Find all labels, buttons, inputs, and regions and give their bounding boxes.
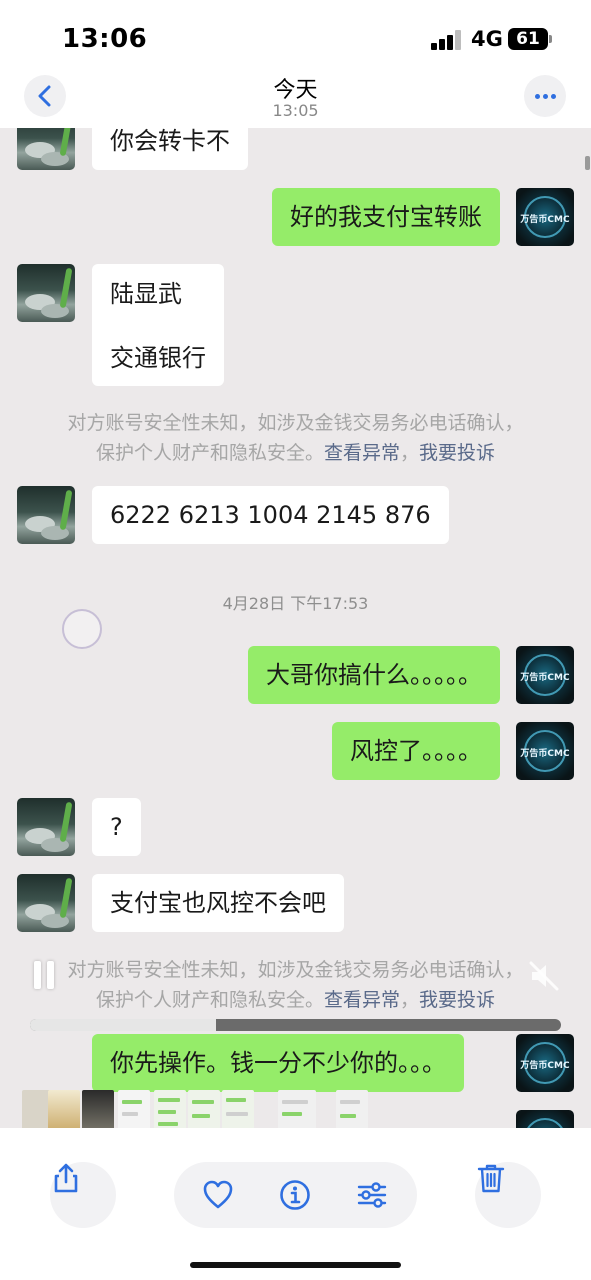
security-notice: 对方账号安全性未知，如涉及金钱交易务必电话确认， 保护个人财产和隐私安全。查看异… <box>0 408 591 468</box>
signal-bars-icon <box>431 30 463 50</box>
ellipsis-icon <box>535 94 540 99</box>
message-line: 陆显武 <box>110 280 182 308</box>
home-indicator <box>190 1262 401 1268</box>
notice-line: 保护个人财产和隐私安全。查看异常，我要投诉 <box>0 438 591 468</box>
info-icon <box>280 1180 310 1210</box>
info-button[interactable] <box>262 1162 328 1228</box>
ellipsis-dot <box>551 94 556 99</box>
message-bubble: 支付宝也风控不会吧 <box>92 874 344 932</box>
bottom-toolbar <box>0 1128 591 1280</box>
contact-avatar <box>17 486 75 544</box>
pause-icon[interactable] <box>34 961 56 989</box>
video-progress-fill <box>30 1019 216 1031</box>
notice-separator: ， <box>400 442 420 464</box>
network-type: 4G <box>471 27 503 51</box>
adjust-sliders-icon <box>357 1182 387 1208</box>
avatar-brand-text: 万告币CMC <box>520 673 570 683</box>
contact-avatar <box>17 874 75 932</box>
security-notice: 对方账号安全性未知，如涉及金钱交易务必电话确认， 保护个人财产和隐私安全。查看异… <box>0 955 591 1015</box>
page-subtitle: 13:05 <box>272 101 319 120</box>
notice-line: 对方账号安全性未知，如涉及金钱交易务必电话确认， <box>67 959 524 981</box>
notice-text: 保护个人财产和隐私安全。 <box>95 442 324 464</box>
message-bubble: ? <box>92 798 141 856</box>
share-icon <box>54 1163 78 1193</box>
notice-text: 保护个人财产和隐私安全。 <box>95 989 324 1011</box>
user-avatar: 万告币CMC <box>516 722 574 780</box>
status-bar: 13:06 4G 61 <box>0 0 591 70</box>
more-button[interactable] <box>524 75 566 117</box>
action-group <box>174 1162 417 1228</box>
contact-avatar <box>17 798 75 856</box>
contact-avatar <box>17 128 75 170</box>
battery-cap <box>549 35 552 43</box>
photo-viewer[interactable]: 你会转卡不 万告币CMC 好的我支付宝转账 陆显武 交通银行 对方账号安全性未知… <box>0 128 591 1128</box>
battery-icon: 61 <box>508 28 548 50</box>
ellipsis-dot <box>543 94 548 99</box>
contact-avatar <box>17 264 75 322</box>
view-abnormal-link[interactable]: 查看异常 <box>324 989 400 1011</box>
status-time: 13:06 <box>62 24 148 54</box>
user-avatar: 万告币CMC <box>516 646 574 704</box>
heart-icon <box>203 1180 233 1209</box>
view-abnormal-link[interactable]: 查看异常 <box>324 442 400 464</box>
scroll-indicator <box>585 156 590 170</box>
notice-line: 保护个人财产和隐私安全。查看异常，我要投诉 <box>0 985 591 1015</box>
delete-button[interactable] <box>475 1162 541 1228</box>
page-title: 今天 <box>273 78 318 103</box>
message-line: 交通银行 <box>110 344 206 372</box>
speaker-muted-icon[interactable] <box>528 960 560 992</box>
notice-separator: ， <box>400 989 420 1011</box>
avatar-brand-text: 万告币CMC <box>520 749 570 759</box>
message-bubble: 你先操作。钱一分不少你的。。。 <box>92 1034 464 1092</box>
user-avatar: 万告币CMC <box>516 188 574 246</box>
trash-icon <box>477 1164 505 1193</box>
message-bubble: 大哥你搞什么。。。。。 <box>248 646 500 704</box>
touch-indicator <box>62 609 102 649</box>
video-progress-bar[interactable] <box>30 1019 561 1031</box>
share-button[interactable] <box>50 1162 116 1228</box>
message-bubble: 好的我支付宝转账 <box>272 188 500 246</box>
edit-button[interactable] <box>339 1162 405 1228</box>
report-link[interactable]: 我要投诉 <box>419 989 495 1011</box>
message-bubble: 风控了。。。。 <box>332 722 500 780</box>
user-avatar: 万告币CMC <box>516 1034 574 1092</box>
message-bubble: 你会转卡不 <box>92 128 248 170</box>
favorite-button[interactable] <box>185 1162 251 1228</box>
avatar-brand-text: 万告币CMC <box>520 215 570 225</box>
battery-level: 61 <box>516 29 540 49</box>
report-link[interactable]: 我要投诉 <box>419 442 495 464</box>
notice-line: 对方账号安全性未知，如涉及金钱交易务必电话确认， <box>67 412 524 434</box>
avatar-brand-text: 万告币CMC <box>520 1061 570 1071</box>
message-bubble: 陆显武 交通银行 <box>92 264 224 386</box>
message-bubble: 6222 6213 1004 2145 876 <box>92 486 449 544</box>
